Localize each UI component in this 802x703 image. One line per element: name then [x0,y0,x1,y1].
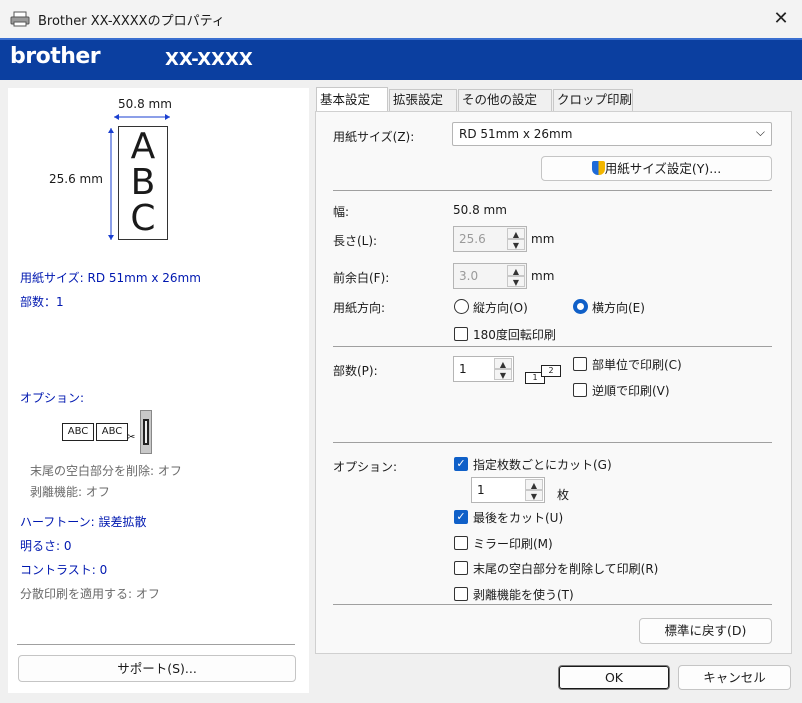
landscape-label[interactable]: 横方向(E) [592,299,645,316]
length-unit: mm [531,232,555,246]
paper-size-label: 用紙サイズ(Z): [333,130,415,144]
portrait-radio[interactable] [454,299,469,314]
brother-logo: brother [10,44,101,69]
tab-advanced[interactable]: 拡張設定 [389,89,457,111]
stepper-buttons[interactable]: ▲ ▼ [494,358,512,380]
cut-every-label[interactable]: 指定枚数ごとにカット(G) [473,456,612,473]
restore-defaults-button[interactable]: 標準に戻す(D) [639,618,772,644]
peel-label[interactable]: 剥離機能を使う(T) [473,586,574,603]
trim-tail-checkbox[interactable] [454,561,468,575]
length-label: 長さ(L): [333,234,378,248]
collate-icon-2: 2 [541,365,561,377]
down-arrow-icon: ▼ [507,239,525,250]
brand-banner: brother XX-XXXX [0,38,802,80]
basic-settings-panel: 用紙サイズ(Z): RD 51mm x 26mm ⌵ 用紙サイズ設定(Y)...… [315,111,792,654]
width-label: 幅: [333,205,350,219]
tab-other[interactable]: その他の設定 [458,89,552,111]
summary-brightness: 明るさ: 0 [20,539,72,553]
cut-every-checkbox[interactable]: ✓ [454,457,468,471]
label-abc-icon: ABC [62,423,94,441]
divider [333,346,772,347]
divider [333,604,772,605]
mirror-label[interactable]: ミラー印刷(M) [473,535,553,552]
up-arrow-icon: ▲ [507,228,525,239]
divider [17,644,295,645]
support-button[interactable]: サポート(S)... [18,655,296,682]
landscape-radio[interactable] [573,299,588,314]
up-arrow-icon: ▲ [494,358,512,369]
margin-unit: mm [531,269,555,283]
preview-height-label: 25.6 mm [49,172,103,186]
model-name: XX-XXXX [165,49,253,70]
width-value: 50.8 mm [453,203,507,217]
peel-checkbox[interactable] [454,587,468,601]
cut-last-label[interactable]: 最後をカット(U) [473,509,563,526]
preview-letter-a: A [130,126,156,167]
margin-stepper[interactable]: 3.0 ▲ ▼ [453,263,527,289]
printer-icon [10,11,30,27]
title-bar: Brother XX-XXXXのプロパティ ✕ [0,0,802,38]
summary-paper-size: 用紙サイズ: RD 51mm x 26mm [20,271,201,285]
paper-size-value: RD 51mm x 26mm [459,127,573,141]
length-stepper[interactable]: 25.6 ▲ ▼ [453,226,527,252]
divider [333,442,772,443]
reverse-checkbox[interactable] [573,383,587,397]
summary-panel: 50.8 mm 25.6 mm A B C 用紙サイズ: RD 51mm x 2… [8,88,309,693]
paper-size-select[interactable]: RD 51mm x 26mm ⌵ [452,122,772,146]
window-title: Brother XX-XXXXのプロパティ [38,14,225,29]
summary-distributed: 分散印刷を適用する: オフ [20,587,160,601]
summary-copies: 部数：1 [20,295,64,309]
close-icon[interactable]: ✕ [768,6,794,32]
margin-label: 前余白(F): [333,271,390,285]
preview-width-label: 50.8 mm [118,97,172,111]
label-abc-icon-2: ABC [96,423,128,441]
chevron-down-icon: ⌵ [755,125,765,139]
summary-peel: 剥離機能: オフ [30,485,110,499]
ok-button[interactable]: OK [558,665,670,690]
stepper-buttons[interactable]: ▲ ▼ [507,265,525,287]
summary-contrast: コントラスト: 0 [20,563,108,577]
portrait-label[interactable]: 縦方向(O) [473,299,528,316]
down-arrow-icon: ▼ [494,369,512,380]
down-arrow-icon: ▼ [525,490,543,501]
tab-crop[interactable]: クロップ印刷 [553,89,633,111]
copies-stepper[interactable]: 1 ▲ ▼ [453,356,514,382]
rotate-label[interactable]: 180度回転印刷 [473,326,556,343]
orientation-label: 用紙方向: [333,301,386,315]
cut-every-unit: 枚 [557,488,570,502]
cut-last-checkbox[interactable]: ✓ [454,510,468,524]
height-dimension-arrow [108,128,114,240]
cutter-icon [140,410,152,454]
summary-trim-tail: 末尾の空白部分を削除: オフ [30,464,182,478]
copies-label: 部数(P): [333,364,378,378]
up-arrow-icon: ▲ [507,265,525,276]
paper-size-settings-button[interactable]: 用紙サイズ設定(Y)... [541,156,772,181]
mirror-checkbox[interactable] [454,536,468,550]
trim-tail-label[interactable]: 末尾の空白部分を削除して印刷(R) [473,560,658,577]
collate-label[interactable]: 部単位で印刷(C) [592,356,682,373]
label-preview: A B C [118,126,168,240]
summary-halftone: ハーフトーン: 誤差拡散 [20,515,147,529]
collate-checkbox[interactable] [573,357,587,371]
summary-options-title: オプション: [20,391,85,405]
preview-letter-b: B [130,162,156,203]
scissors-icon: ✂ [127,432,136,443]
cut-every-stepper[interactable]: 1 ▲ ▼ [471,477,545,503]
stepper-buttons[interactable]: ▲ ▼ [507,228,525,250]
preview-letter-c: C [130,198,156,239]
reverse-label[interactable]: 逆順で印刷(V) [592,382,670,399]
tab-basic[interactable]: 基本設定 [316,87,388,111]
cancel-button[interactable]: キャンセル [678,665,791,690]
up-arrow-icon: ▲ [525,479,543,490]
options-label: オプション: [333,460,398,474]
shield-icon [591,161,605,175]
divider [333,190,772,191]
rotate-checkbox[interactable] [454,327,468,341]
stepper-buttons[interactable]: ▲ ▼ [525,479,543,501]
width-dimension-arrow [114,114,170,120]
down-arrow-icon: ▼ [507,276,525,287]
